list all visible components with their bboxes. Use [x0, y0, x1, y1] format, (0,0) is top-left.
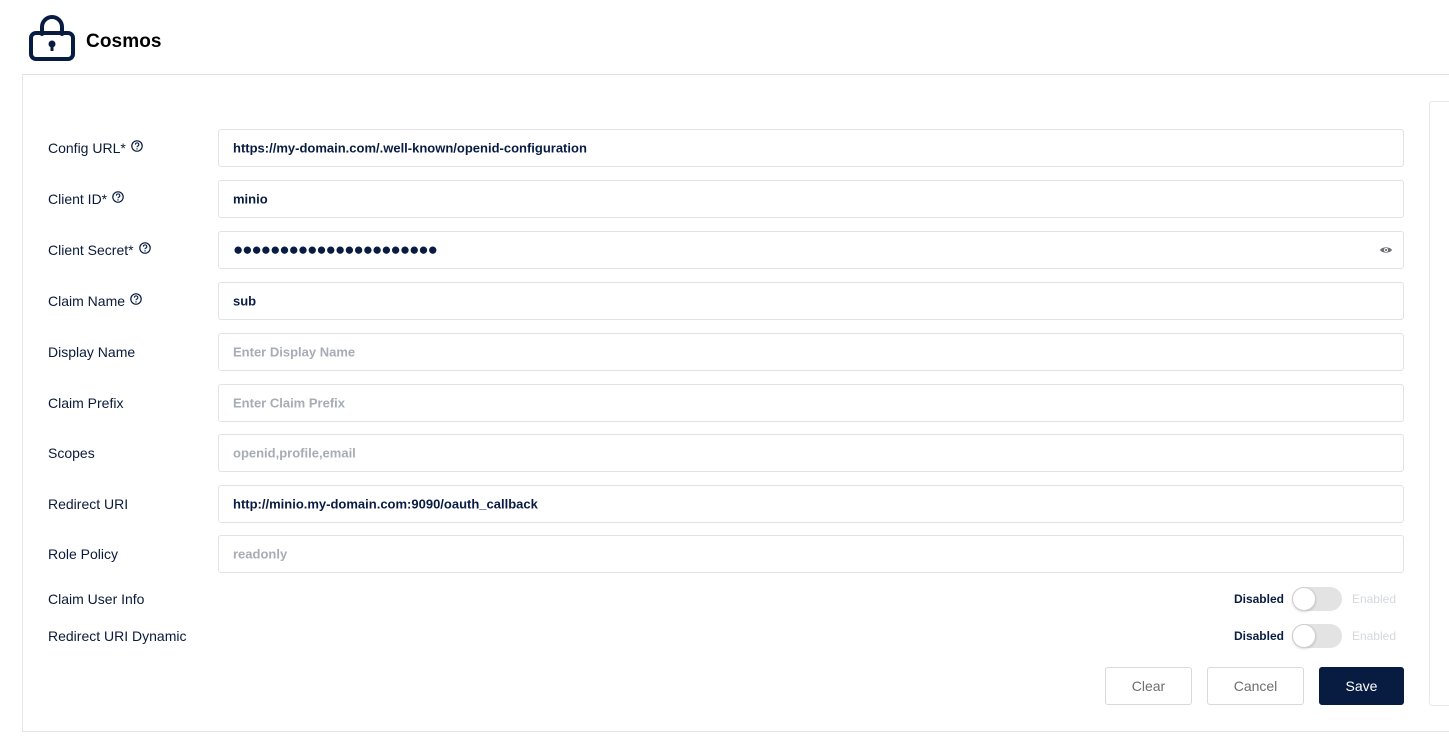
role-policy-label: Role Policy [48, 546, 119, 562]
redirect-uri-dynamic-label: Redirect URI Dynamic [48, 628, 187, 644]
lock-icon [29, 15, 75, 61]
client-secret-label: Client Secret* [48, 242, 134, 258]
toggle-knob [1291, 624, 1316, 648]
page-header: Cosmos [0, 0, 1449, 76]
toggle-enabled-label: Enabled [1351, 629, 1396, 643]
toggle-switch[interactable] [1291, 587, 1342, 611]
toggle-disabled-label: Disabled [1233, 629, 1284, 643]
client-id-value: minio [233, 191, 268, 207]
toggle-disabled-label: Disabled [1233, 592, 1284, 606]
eye-icon[interactable] [1379, 245, 1393, 255]
client-id-label: Client ID* [48, 191, 108, 207]
clear-button[interactable]: Clear [1105, 667, 1192, 705]
claim-name-row: Claim Name sub [48, 282, 1404, 320]
display-name-label: Display Name [48, 344, 136, 360]
claim-prefix-input[interactable]: Enter Claim Prefix [218, 384, 1404, 422]
claim-name-label: Claim Name [48, 293, 126, 309]
claim-name-input[interactable]: sub [218, 282, 1404, 320]
claim-user-info-toggle[interactable]: Disabled Enabled [1234, 586, 1396, 612]
display-name-placeholder: Enter Display Name [233, 344, 356, 360]
toggle-knob [1291, 587, 1316, 611]
claim-prefix-placeholder: Enter Claim Prefix [233, 395, 345, 411]
client-secret-row: Client Secret* ●●●●●●●●●●●●●●●●●●●●●● [48, 231, 1404, 269]
side-panel [1429, 101, 1449, 706]
claim-user-info-row: Claim User Info Disabled Enabled [48, 586, 1404, 612]
redirect-uri-dynamic-toggle[interactable]: Disabled Enabled [1234, 623, 1396, 649]
app-title: Cosmos [86, 31, 162, 52]
scopes-placeholder: openid,profile,email [233, 445, 356, 461]
help-icon[interactable] [131, 140, 143, 152]
help-icon[interactable] [112, 191, 124, 203]
redirect-uri-input[interactable]: http://minio.my-domain.com:9090/oauth_ca… [218, 485, 1404, 523]
config-url-value: https://my-domain.com/.well-known/openid… [233, 140, 587, 156]
toggle-enabled-label: Enabled [1351, 592, 1396, 606]
role-policy-placeholder: readonly [233, 546, 288, 562]
redirect-uri-value: http://minio.my-domain.com:9090/oauth_ca… [233, 496, 538, 512]
config-url-input[interactable]: https://my-domain.com/.well-known/openid… [218, 129, 1404, 167]
client-id-row: Client ID* minio [48, 180, 1404, 218]
config-url-row: Config URL* https://my-domain.com/.well-… [48, 129, 1404, 167]
redirect-uri-dynamic-row: Redirect URI Dynamic Disabled Enabled [48, 623, 1404, 649]
client-id-input[interactable]: minio [218, 180, 1404, 218]
display-name-row: Display Name Enter Display Name [48, 333, 1404, 371]
cancel-button[interactable]: Cancel [1207, 667, 1304, 705]
claim-name-value: sub [233, 293, 257, 309]
redirect-uri-row: Redirect URI http://minio.my-domain.com:… [48, 485, 1404, 523]
save-button[interactable]: Save [1319, 667, 1404, 705]
client-secret-input[interactable]: ●●●●●●●●●●●●●●●●●●●●●● [218, 231, 1404, 269]
scopes-row: Scopes openid,profile,email [48, 434, 1404, 472]
config-url-label: Config URL* [48, 140, 126, 156]
scopes-label: Scopes [48, 445, 95, 461]
claim-user-info-label: Claim User Info [48, 591, 145, 607]
role-policy-row: Role Policy readonly [48, 535, 1404, 573]
redirect-uri-label: Redirect URI [48, 496, 129, 512]
toggle-switch[interactable] [1291, 624, 1342, 648]
help-icon[interactable] [130, 293, 142, 305]
role-policy-input[interactable]: readonly [218, 535, 1404, 573]
claim-prefix-row: Claim Prefix Enter Claim Prefix [48, 384, 1404, 422]
help-icon[interactable] [138, 242, 151, 254]
client-secret-value: ●●●●●●●●●●●●●●●●●●●●●● [233, 240, 438, 259]
scopes-input[interactable]: openid,profile,email [218, 434, 1404, 472]
display-name-input[interactable]: Enter Display Name [218, 333, 1404, 371]
claim-prefix-label: Claim Prefix [48, 395, 124, 411]
